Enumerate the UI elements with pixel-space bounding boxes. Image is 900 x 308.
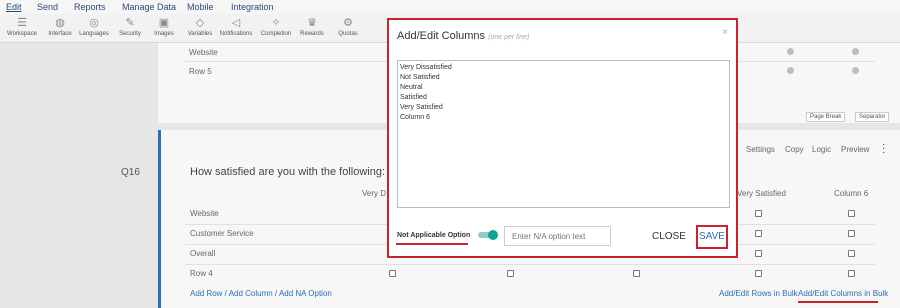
radio-button[interactable] <box>787 67 794 74</box>
na-toggle[interactable] <box>478 230 498 240</box>
trophy-icon: ♛ <box>307 17 317 29</box>
column-line: Very Satisfied <box>400 104 443 111</box>
column-header: Column 6 <box>834 189 869 198</box>
checkbox[interactable] <box>848 250 855 257</box>
save-button[interactable]: SAVE <box>696 225 728 249</box>
checkbox[interactable] <box>848 270 855 277</box>
row-label: Row 4 <box>190 269 213 278</box>
row-label: Overall <box>190 249 216 258</box>
highlight-underline <box>396 243 468 245</box>
checkbox[interactable] <box>848 230 855 237</box>
menu-mobile[interactable]: Mobile <box>187 2 214 12</box>
na-option-input[interactable] <box>504 226 611 246</box>
bulk-rows-link[interactable]: Add/Edit Rows in Bulk <box>719 289 798 298</box>
dialog-subtitle: (one per line) <box>488 34 530 41</box>
menu-bar: Edit Send Reports Manage Data Mobile Int… <box>0 0 900 14</box>
checkbox[interactable] <box>389 270 396 277</box>
column-line: Not Satisfied <box>400 74 440 81</box>
column-header: Very D <box>362 189 387 198</box>
toggle-knob <box>488 230 498 240</box>
checkbox[interactable] <box>848 210 855 217</box>
column-header: Very Satisfied <box>737 189 786 198</box>
menu-reports[interactable]: Reports <box>74 2 106 12</box>
column-line: Very Dissatisfied <box>400 64 452 71</box>
columns-textarea[interactable]: Very Dissatisfied Not Satisfied Neutral … <box>397 60 730 208</box>
row-label: Row 5 <box>189 67 212 76</box>
column-line: Satisfied <box>400 94 427 101</box>
checkbox[interactable] <box>755 270 762 277</box>
menu-send[interactable]: Send <box>37 2 58 12</box>
edit-columns-dialog: Add/Edit Columns (one per line) × Very D… <box>387 18 738 258</box>
row-divider <box>185 264 875 265</box>
menu-edit[interactable]: Edit <box>6 2 22 12</box>
checkbox[interactable] <box>755 230 762 237</box>
question-text[interactable]: How satisfied are you with the following… <box>190 166 385 178</box>
add-row-column-link[interactable]: Add Row / Add Column / Add NA Option <box>190 289 332 298</box>
checkbox[interactable] <box>633 270 640 277</box>
row-label: Website <box>189 48 218 57</box>
logic-action[interactable]: Logic <box>812 145 831 154</box>
close-icon[interactable]: × <box>722 27 728 38</box>
radio-button[interactable] <box>852 48 859 55</box>
radio-button[interactable] <box>787 48 794 55</box>
tag-icon: ◇ <box>195 17 205 29</box>
checkbox[interactable] <box>755 210 762 217</box>
globe-icon: ◎ <box>89 17 99 29</box>
menu-integration[interactable]: Integration <box>231 2 274 12</box>
settings-action[interactable]: Settings <box>746 145 775 154</box>
checkbox[interactable] <box>755 250 762 257</box>
column-line: Neutral <box>400 84 423 91</box>
more-menu-icon[interactable]: · · · <box>882 140 885 158</box>
interface-icon: ◍ <box>55 17 65 29</box>
megaphone-icon: ◁ <box>231 17 241 29</box>
images-icon: ▣ <box>158 17 170 29</box>
page-break-button[interactable]: Page Break <box>806 112 846 122</box>
dialog-title: Add/Edit Columns (one per line) <box>397 30 530 42</box>
checkbox[interactable] <box>507 270 514 277</box>
column-line: Column 6 <box>400 114 430 121</box>
preview-action[interactable]: Preview <box>841 145 869 154</box>
bulk-columns-link[interactable]: Add/Edit Columns in Bulk <box>798 289 888 298</box>
copy-action[interactable]: Copy <box>785 145 804 154</box>
radio-button[interactable] <box>852 67 859 74</box>
menu-manage-data[interactable]: Manage Data <box>122 2 176 12</box>
highlight-underline <box>798 301 878 303</box>
row-label: Customer Service <box>190 229 254 238</box>
na-option-label: Not Applicable Option <box>397 232 471 239</box>
row-label: Website <box>190 209 219 218</box>
question-number: Q16 <box>121 167 140 178</box>
quotas-icon: ⚙ <box>343 17 353 29</box>
workspace-icon: ☰ <box>17 17 27 29</box>
tool-notifications[interactable]: ◁ Notifications <box>214 16 258 37</box>
separator-button[interactable]: Separator <box>855 112 890 122</box>
tool-quotas[interactable]: ⚙ Quotas <box>326 16 370 37</box>
wand-icon: ✧ <box>271 17 281 29</box>
close-button[interactable]: CLOSE <box>652 231 686 242</box>
security-icon: ✎ <box>125 17 135 29</box>
